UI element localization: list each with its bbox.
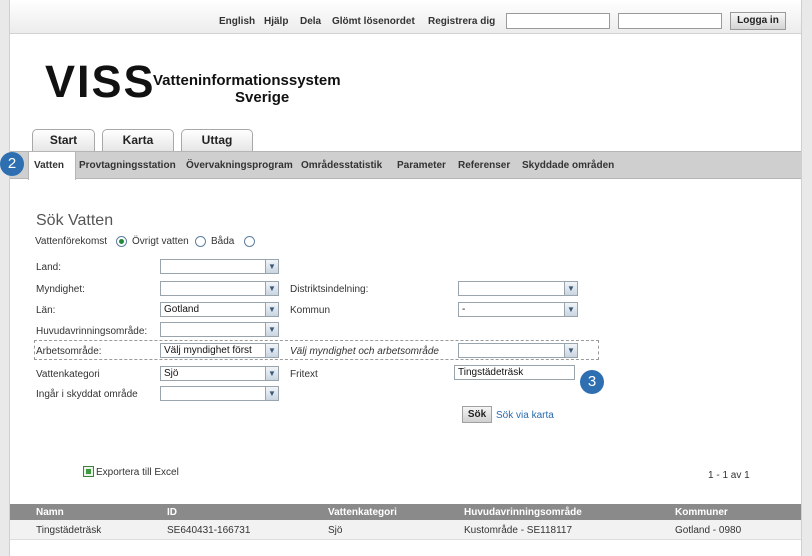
land-label: Land: xyxy=(36,262,62,273)
kommun-select[interactable]: - ▼ xyxy=(458,302,578,317)
sub-nav-omradesstatistik[interactable]: Områdesstatistik xyxy=(301,160,382,171)
sub-navigation: Vatten Provtagningsstation Övervakningsp… xyxy=(10,151,801,180)
skyddat-omrade-select[interactable]: ▼ xyxy=(160,386,279,401)
password-input[interactable] xyxy=(618,13,722,29)
page: English Hjälp Dela Glömt lösenordet Regi… xyxy=(10,0,801,556)
radio-label-bada: Båda xyxy=(211,236,235,247)
step-badge-2: 2 xyxy=(0,152,24,176)
cell-namn[interactable]: Tingstädeträsk xyxy=(36,525,101,536)
arbetsomrade-select[interactable]: Välj myndighet först ▼ xyxy=(160,343,279,358)
distrikt-select[interactable]: ▼ xyxy=(458,281,578,296)
sub-nav-parameter[interactable]: Parameter xyxy=(397,160,446,171)
link-register[interactable]: Registrera dig xyxy=(428,16,495,27)
column-header-id[interactable]: ID xyxy=(167,507,177,518)
fritext-input[interactable]: Tingstädeträsk xyxy=(454,365,575,380)
cell-id: SE640431-166731 xyxy=(167,525,251,536)
column-header-kommuner[interactable]: Kommuner xyxy=(675,507,728,518)
excel-icon[interactable] xyxy=(83,466,94,477)
kommun-label: Kommun xyxy=(290,305,331,316)
distrikt-label: Distriktsindelning: xyxy=(290,284,369,295)
results-table-header: Namn ID Vattenkategori Huvudavrinningsom… xyxy=(10,504,801,520)
chevron-down-icon: ▼ xyxy=(265,323,278,336)
radio-bada[interactable] xyxy=(244,236,255,247)
link-english[interactable]: English xyxy=(219,16,255,27)
vattenkategori-label: Vattenkategori xyxy=(36,369,100,380)
pager-status: 1 - 1 av 1 xyxy=(708,470,750,481)
cell-kommuner: Gotland - 0980 xyxy=(675,525,742,536)
column-header-vattenkategori[interactable]: Vattenkategori xyxy=(328,507,397,518)
chevron-down-icon: ▼ xyxy=(564,344,577,357)
myndighet-select[interactable]: ▼ xyxy=(160,281,279,296)
column-header-huvudavrinningsomrade[interactable]: Huvudavrinningsområde xyxy=(464,507,582,518)
search-via-map-link[interactable]: Sök via karta xyxy=(496,410,554,421)
lan-label: Län: xyxy=(36,305,56,316)
arbetsomrade-hint-label: Välj myndighet och arbetsområde xyxy=(290,346,439,357)
huvudavrinning-label: Huvudavrinningsområde: xyxy=(36,326,148,337)
username-input[interactable] xyxy=(506,13,610,29)
left-frame xyxy=(0,0,10,556)
sub-nav-skyddade-omraden[interactable]: Skyddade områden xyxy=(522,160,614,171)
chevron-down-icon: ▼ xyxy=(265,282,278,295)
top-utility-bar: English Hjälp Dela Glömt lösenordet Regi… xyxy=(10,0,801,34)
chevron-down-icon: ▼ xyxy=(265,303,278,316)
search-button[interactable]: Sök xyxy=(462,406,492,423)
chevron-down-icon: ▼ xyxy=(564,282,577,295)
cell-huvudavrinningsomrade: Kustområde - SE118117 xyxy=(464,525,573,536)
step-badge-3: 3 xyxy=(580,370,604,394)
column-header-namn[interactable]: Namn xyxy=(36,507,64,518)
search-heading: Sök Vatten xyxy=(36,212,114,229)
link-help[interactable]: Hjälp xyxy=(264,16,288,27)
export-excel-link[interactable]: Exportera till Excel xyxy=(96,467,179,478)
logo-subtitle-country: Sverige xyxy=(235,89,290,106)
logo-viss: VISS xyxy=(45,56,156,107)
sub-nav-vatten[interactable]: Vatten xyxy=(34,160,64,171)
chevron-down-icon: ▼ xyxy=(265,260,278,273)
tab-uttag[interactable]: Uttag xyxy=(181,129,253,151)
link-share[interactable]: Dela xyxy=(300,16,321,27)
tab-start[interactable]: Start xyxy=(32,129,95,151)
logo-subtitle: Vatteninformationssystem xyxy=(153,72,341,89)
fritext-label: Fritext xyxy=(290,369,318,380)
table-row[interactable]: Tingstädeträsk SE640431-166731 Sjö Kusto… xyxy=(10,520,801,540)
cell-vattenkategori: Sjö xyxy=(328,525,343,536)
vattenkategori-select[interactable]: Sjö ▼ xyxy=(160,366,279,381)
huvudavrinning-select[interactable]: ▼ xyxy=(160,322,279,337)
chevron-down-icon: ▼ xyxy=(564,303,577,316)
arbetsomrade-label: Arbetsområde: xyxy=(36,346,102,357)
right-frame xyxy=(801,0,812,556)
radio-vattenforekomst[interactable] xyxy=(116,236,127,247)
radio-label-vattenforekomst: Vattenförekomst xyxy=(35,236,108,247)
lan-select[interactable]: Gotland ▼ xyxy=(160,302,279,317)
link-forgot-password[interactable]: Glömt lösenordet xyxy=(332,16,415,27)
radio-ovrigt-vatten[interactable] xyxy=(195,236,206,247)
login-button[interactable]: Logga in xyxy=(730,12,786,30)
chevron-down-icon: ▼ xyxy=(265,387,278,400)
myndighet-label: Myndighet: xyxy=(36,284,85,295)
arbetsomrade-sub-select[interactable]: ▼ xyxy=(458,343,578,358)
skyddat-omrade-label: Ingår i skyddat område xyxy=(36,389,138,400)
sub-nav-referenser[interactable]: Referenser xyxy=(458,160,510,171)
radio-label-ovrigt-vatten: Övrigt vatten xyxy=(132,236,189,247)
chevron-down-icon: ▼ xyxy=(265,344,278,357)
land-select[interactable]: ▼ xyxy=(160,259,279,274)
chevron-down-icon: ▼ xyxy=(265,367,278,380)
sub-nav-overvakningsprogram[interactable]: Övervakningsprogram xyxy=(186,160,293,171)
tab-karta[interactable]: Karta xyxy=(102,129,174,151)
sub-nav-provtagningsstation[interactable]: Provtagningsstation xyxy=(79,160,176,171)
